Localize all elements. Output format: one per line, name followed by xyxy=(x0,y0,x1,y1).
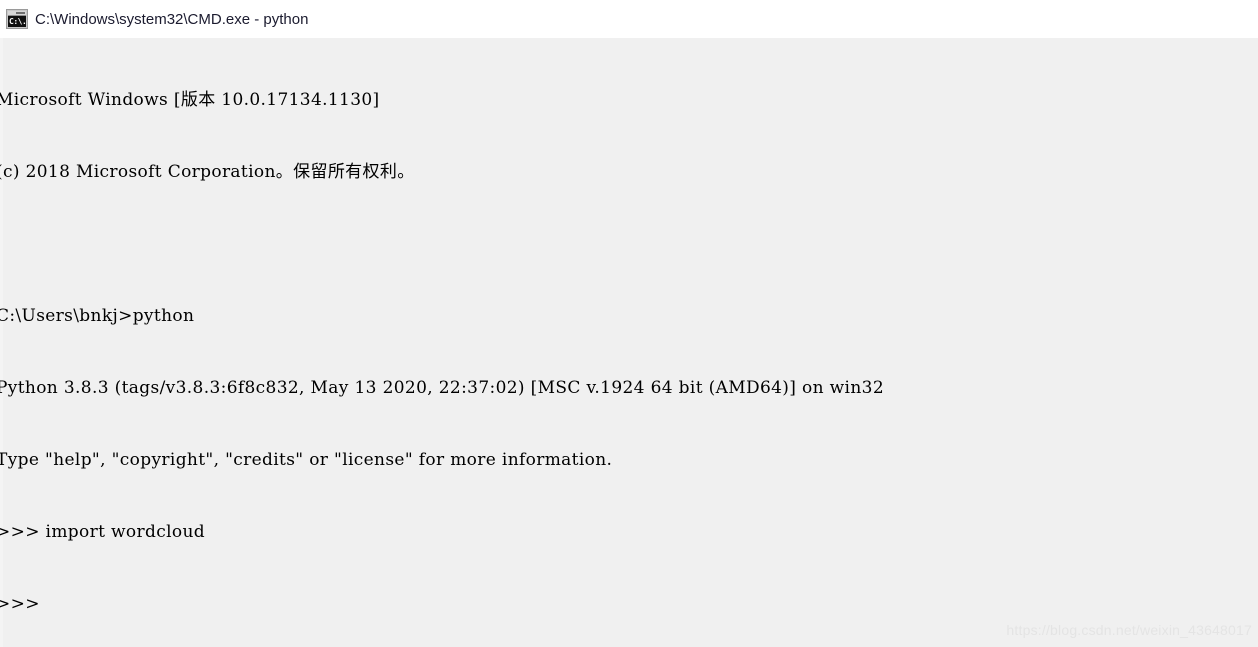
console-line-python-prompt: >>> xyxy=(0,594,40,614)
window-title: C:\Windows\system32\CMD.exe - python xyxy=(35,10,309,28)
watermark-text: https://blog.csdn.net/weixin_43648017 xyxy=(1006,622,1252,638)
console-line: (c) 2018 Microsoft Corporation。保留所有权利。 xyxy=(0,162,415,182)
cmd-window: C:\. C:\Windows\system32\CMD.exe - pytho… xyxy=(0,0,1258,647)
cmd-console-icon: C:\. xyxy=(6,9,28,29)
console-text-block: Microsoft Windows [版本 10.0.17134.1130] (… xyxy=(0,40,884,647)
console-line: Type "help", "copyright", "credits" or "… xyxy=(0,450,613,470)
window-titlebar[interactable]: C:\. C:\Windows\system32\CMD.exe - pytho… xyxy=(0,0,1258,38)
console-line-prompt-command: C:\Users\bnkj>python xyxy=(0,306,195,326)
icon-prompt-glyph: C:\. xyxy=(8,16,26,27)
console-line: Python 3.8.3 (tags/v3.8.3:6f8c832, May 1… xyxy=(0,378,884,398)
console-line-python-input: >>> import wordcloud xyxy=(0,522,205,542)
console-output-area[interactable]: Microsoft Windows [版本 10.0.17134.1130] (… xyxy=(0,38,1258,647)
console-line: Microsoft Windows [版本 10.0.17134.1130] xyxy=(0,90,380,110)
